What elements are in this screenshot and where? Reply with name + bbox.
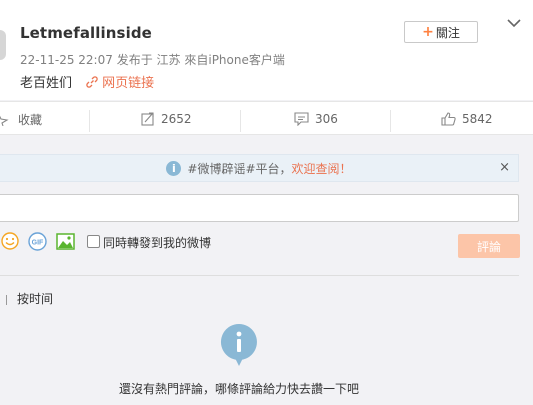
notice-welcome-link[interactable]: 欢迎查阅！	[292, 160, 352, 177]
action-divider	[89, 110, 90, 132]
repost-button[interactable]: 2652	[141, 102, 192, 136]
action-bar: 收藏 2652 306 5842	[0, 101, 533, 135]
repost-count: 2652	[161, 112, 192, 126]
gif-icon[interactable]: GIF	[28, 232, 47, 251]
composer-toolbar: GIF 同時轉發到我的微博	[0, 232, 533, 252]
web-link[interactable]: 网页链接	[86, 76, 154, 91]
notice-text: #微博辟谣#平台，	[187, 161, 292, 176]
gif-icon-label: GIF	[32, 240, 44, 247]
favorite-button[interactable]: 收藏	[0, 102, 42, 136]
emoji-icon[interactable]	[1, 232, 19, 250]
rumor-notice: i #微博辟谣#平台， 欢迎查阅！ ×	[0, 154, 519, 182]
comment-count: 306	[315, 112, 338, 126]
post-card: Letmefallinside 22-11-25 22:07 发布于 江苏 來自…	[0, 0, 533, 100]
post-content: 老百姓们 网页链接	[20, 72, 154, 91]
comment-panel: i #微博辟谣#平台，欢迎查阅！ × GIF 同時轉發到我的微博 評論 按时间	[0, 135, 533, 405]
link-icon	[86, 76, 98, 88]
comment-icon	[294, 112, 309, 126]
follow-plus-icon: +	[422, 24, 434, 40]
image-icon[interactable]	[56, 233, 75, 250]
post-timestamp[interactable]: 22-11-25 22:07	[20, 53, 113, 67]
star-icon	[0, 115, 9, 126]
like-icon	[441, 112, 456, 126]
repost-checkbox[interactable]	[87, 235, 100, 248]
submit-comment-button[interactable]: 評論	[458, 234, 520, 258]
info-icon: i	[166, 160, 182, 176]
follow-label: 關注	[435, 25, 460, 40]
avatar[interactable]	[0, 30, 6, 60]
section-divider	[0, 275, 519, 276]
sort-by-time[interactable]: 按时间	[17, 290, 53, 307]
repost-checkbox-label[interactable]: 同時轉發到我的微博	[103, 234, 211, 251]
empty-info-icon	[220, 324, 257, 366]
post-text: 老百姓们	[20, 76, 73, 91]
comment-input[interactable]	[0, 194, 519, 222]
like-count: 5842	[462, 112, 493, 126]
favorite-label: 收藏	[18, 112, 43, 127]
like-button[interactable]: 5842	[441, 102, 493, 136]
post-source: 來自iPhone客户端	[184, 53, 285, 67]
post-meta: 22-11-25 22:07 发布于 江苏 來自iPhone客户端	[20, 51, 285, 68]
sort-divider	[6, 295, 7, 305]
repost-icon	[141, 112, 154, 126]
post-username[interactable]: Letmefallinside	[20, 24, 152, 42]
comment-button[interactable]: 306	[294, 102, 338, 136]
action-divider	[390, 110, 391, 132]
post-location: 发布于 江苏	[116, 53, 181, 67]
close-icon[interactable]: ×	[499, 160, 510, 175]
web-link-label: 网页链接	[102, 76, 155, 91]
empty-comments-text: 還沒有熱門評論，哪條評論給力快去讚一下吧	[118, 382, 359, 396]
action-divider	[240, 110, 241, 132]
follow-button[interactable]: + 關注	[404, 21, 478, 43]
chevron-down-icon[interactable]	[507, 18, 521, 28]
